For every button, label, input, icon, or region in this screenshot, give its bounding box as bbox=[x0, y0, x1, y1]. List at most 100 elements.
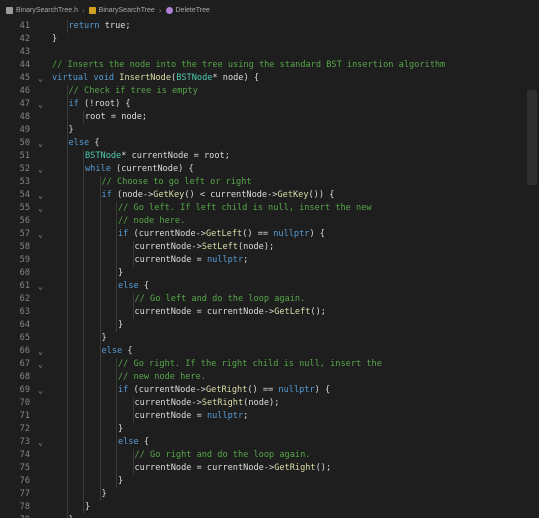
code-text[interactable]: } bbox=[118, 267, 123, 280]
code-token: InsertNode bbox=[119, 73, 172, 83]
code-text[interactable]: } bbox=[118, 423, 123, 436]
indent-guide bbox=[132, 410, 134, 423]
code-line: 78} bbox=[0, 501, 539, 514]
indent-guide bbox=[99, 241, 101, 254]
indent-guide bbox=[132, 449, 134, 462]
code-text[interactable]: return true; bbox=[69, 20, 131, 33]
fold-chevron-icon[interactable]: ⌄ bbox=[38, 384, 43, 397]
code-text[interactable]: // Go right. If the right child is null,… bbox=[118, 358, 382, 371]
code-token: BSTNode bbox=[176, 73, 213, 83]
indent-guide bbox=[66, 319, 68, 332]
indent-guide bbox=[83, 397, 84, 410]
fold-chevron-icon[interactable]: ⌄ bbox=[38, 189, 43, 202]
code-text[interactable]: currentNode->SetLeft(node); bbox=[135, 241, 275, 254]
code-text[interactable]: else { bbox=[118, 280, 149, 293]
code-text[interactable]: currentNode = nullptr; bbox=[135, 410, 249, 423]
code-text[interactable]: } bbox=[69, 514, 74, 518]
line-number: 50 bbox=[19, 138, 30, 148]
fold-chevron-icon[interactable]: ⌄ bbox=[38, 228, 43, 241]
code-token: // Go right and do the loop again. bbox=[134, 450, 311, 460]
code-text[interactable]: // Go right and do the loop again. bbox=[135, 449, 311, 462]
code-text[interactable]: } bbox=[118, 319, 123, 332]
code-text[interactable]: // new node here. bbox=[118, 371, 206, 384]
line-number: 77 bbox=[19, 489, 30, 499]
code-editor[interactable]: 41 return true; 42} 43 44// Inserts the node… bbox=[0, 20, 539, 518]
code-text[interactable]: currentNode = nullptr; bbox=[135, 254, 249, 267]
code-line: 69 ⌄ if (currentNode->GetRight() == nullpt… bbox=[0, 384, 539, 397]
code-text[interactable]: if (node->GetKey() < currentNode->GetKey… bbox=[102, 189, 335, 202]
indent-guide bbox=[66, 306, 68, 319]
code-text[interactable]: else { bbox=[69, 137, 100, 150]
fold-chevron-icon[interactable]: ⌄ bbox=[38, 163, 43, 176]
code-token: } bbox=[101, 489, 107, 499]
code-text[interactable]: currentNode = currentNode->GetLeft(); bbox=[135, 306, 326, 319]
scrollbar-thumb[interactable] bbox=[527, 90, 537, 185]
indent-guide bbox=[66, 488, 68, 501]
code-text[interactable]: currentNode->SetRight(node); bbox=[135, 397, 280, 410]
code-line: 47 ⌄ if (!root) { bbox=[0, 98, 539, 111]
indent-guide bbox=[66, 501, 68, 514]
code-text[interactable]: if (currentNode->GetRight() == nullptr) … bbox=[118, 384, 330, 397]
code-text[interactable]: BSTNode* currentNode = root; bbox=[85, 150, 230, 163]
code-text[interactable]: } bbox=[102, 332, 107, 345]
code-token: (node-> bbox=[111, 190, 154, 200]
fold-chevron-icon[interactable]: ⌄ bbox=[38, 72, 43, 85]
line-number: 76 bbox=[19, 476, 30, 486]
code-token: { bbox=[138, 437, 150, 447]
code-text[interactable]: // Check if tree is empty bbox=[69, 85, 198, 98]
fold-chevron-icon[interactable]: ⌄ bbox=[38, 436, 43, 449]
code-line: 58 currentNode->SetLeft(node); bbox=[0, 241, 539, 254]
breadcrumb-file[interactable]: BinarySearchTree.h bbox=[6, 6, 78, 14]
code-line: 63 currentNode = currentNode->GetLeft(); bbox=[0, 306, 539, 319]
fold-chevron-icon[interactable]: ⌄ bbox=[38, 137, 43, 150]
code-token: (currentNode-> bbox=[128, 229, 206, 239]
vertical-scrollbar[interactable] bbox=[525, 20, 539, 518]
indent-guide bbox=[83, 241, 84, 254]
indent-guide bbox=[83, 384, 84, 397]
indent-guide bbox=[99, 488, 101, 501]
indent-guide bbox=[99, 202, 101, 215]
line-number: 46 bbox=[19, 86, 30, 96]
fold-chevron-icon[interactable]: ⌄ bbox=[38, 98, 43, 111]
breadcrumb-class[interactable]: BinarySearchTree bbox=[88, 6, 155, 14]
code-line: 72} bbox=[0, 423, 539, 436]
code-line: 61 ⌄ else { bbox=[0, 280, 539, 293]
breadcrumb-method[interactable]: DeleteTree bbox=[165, 6, 210, 14]
code-line: 67 ⌄ // Go right. If the right child is nu… bbox=[0, 358, 539, 371]
code-token: currentNode = bbox=[134, 255, 207, 265]
code-text[interactable]: // Choose to go left or right bbox=[102, 176, 252, 189]
code-text[interactable]: while (currentNode) { bbox=[85, 163, 194, 176]
code-text[interactable]: else { bbox=[102, 345, 133, 358]
code-line: 74 // Go right and do the loop again. bbox=[0, 449, 539, 462]
code-text[interactable]: if (!root) { bbox=[69, 98, 131, 111]
code-text[interactable]: } bbox=[102, 488, 107, 501]
code-line: 44 // Inserts the node into the tree usin… bbox=[0, 59, 539, 72]
line-number: 54 bbox=[19, 190, 30, 200]
code-text[interactable]: } bbox=[85, 501, 90, 514]
indent-guide bbox=[116, 384, 117, 397]
code-text[interactable]: root = node; bbox=[85, 111, 147, 124]
code-text[interactable]: if (currentNode->GetLeft() == nullptr) { bbox=[118, 228, 325, 241]
indent-guide bbox=[116, 436, 117, 449]
indent-guide bbox=[83, 436, 84, 449]
code-text[interactable]: else { bbox=[118, 436, 149, 449]
code-text[interactable]: } bbox=[52, 33, 57, 46]
code-text[interactable]: // node here. bbox=[118, 215, 185, 228]
code-text[interactable]: } bbox=[118, 475, 123, 488]
code-text[interactable]: currentNode = currentNode->GetRight(); bbox=[135, 462, 332, 475]
indent-guide bbox=[116, 280, 117, 293]
indent-guide bbox=[83, 410, 84, 423]
fold-chevron-icon[interactable]: ⌄ bbox=[38, 358, 43, 371]
code-text[interactable]: } bbox=[69, 124, 74, 137]
code-token: * currentNode = root; bbox=[121, 151, 230, 161]
code-text[interactable]: // Go left and do the loop again. bbox=[135, 293, 306, 306]
code-text[interactable]: // Go left. If left child is null, inser… bbox=[118, 202, 372, 215]
code-token: SetLeft bbox=[201, 242, 238, 252]
fold-chevron-icon[interactable]: ⌄ bbox=[38, 202, 43, 215]
fold-chevron-icon[interactable]: ⌄ bbox=[38, 345, 43, 358]
fold-chevron-icon[interactable]: ⌄ bbox=[38, 280, 43, 293]
code-text[interactable]: virtual void InsertNode(BSTNode* node) { bbox=[52, 72, 259, 85]
indent-guide bbox=[83, 202, 84, 215]
line-number: 64 bbox=[19, 320, 30, 330]
code-text[interactable]: // Inserts the node into the tree using … bbox=[52, 59, 445, 72]
